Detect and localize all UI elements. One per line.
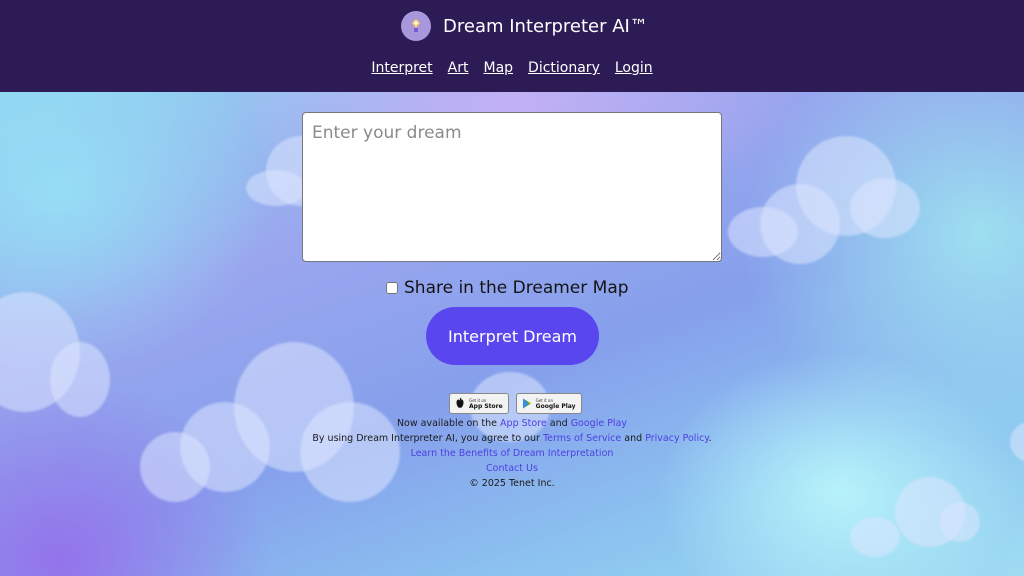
footer: Now available on the App Store and Googl… (0, 416, 1024, 491)
and-text: and (624, 433, 643, 444)
main-content: Share in the Dreamer Map Interpret Dream… (0, 92, 1024, 576)
nav-art[interactable]: Art (448, 60, 469, 76)
nav-login[interactable]: Login (615, 60, 653, 76)
store-badges: Get it on App Store Get it on Google Pla… (449, 393, 582, 414)
app-store-link[interactable]: App Store (500, 418, 547, 429)
contact-link[interactable]: Contact Us (486, 463, 538, 474)
main-nav: Interpret Art Map Dictionary Login (0, 60, 1024, 76)
share-label: Share in the Dreamer Map (404, 278, 629, 298)
nav-interpret[interactable]: Interpret (371, 60, 432, 76)
brand[interactable]: Dream Interpreter AI™ (401, 11, 648, 41)
dream-input[interactable] (302, 112, 722, 262)
privacy-link[interactable]: Privacy Policy (645, 433, 708, 444)
lantern-icon (401, 11, 431, 41)
share-option[interactable]: Share in the Dreamer Map (386, 278, 629, 298)
and-text: and (549, 418, 568, 429)
brand-title: Dream Interpreter AI™ (443, 15, 648, 37)
copyright: © 2025 Tenet Inc. (469, 478, 555, 489)
top-header: Dream Interpreter AI™ Interpret Art Map … (0, 0, 1024, 92)
nav-dictionary[interactable]: Dictionary (528, 60, 600, 76)
google-play-link[interactable]: Google Play (571, 418, 627, 429)
availability-text: Now available on the (396, 418, 498, 429)
terms-text: By using Dream Interpreter AI, you agree… (312, 433, 540, 444)
apple-icon (455, 394, 465, 413)
terms-line: By using Dream Interpreter AI, you agree… (0, 431, 1024, 446)
nav-map[interactable]: Map (484, 60, 514, 76)
interpret-dream-button[interactable]: Interpret Dream (426, 307, 599, 365)
app-store-badge[interactable]: Get it on App Store (449, 393, 509, 414)
share-checkbox[interactable] (386, 282, 398, 294)
google-play-icon (522, 394, 532, 413)
app-store-label: App Store (469, 402, 503, 410)
terms-link[interactable]: Terms of Service (543, 433, 621, 444)
benefits-link[interactable]: Learn the Benefits of Dream Interpretati… (411, 448, 614, 459)
availability-line: Now available on the App Store and Googl… (0, 416, 1024, 431)
benefits-line: Learn the Benefits of Dream Interpretati… (0, 446, 1024, 461)
contact-line: Contact Us (0, 461, 1024, 476)
period-text: . (708, 433, 712, 444)
google-play-badge[interactable]: Get it on Google Play (515, 393, 582, 414)
google-play-label: Google Play (535, 402, 576, 410)
